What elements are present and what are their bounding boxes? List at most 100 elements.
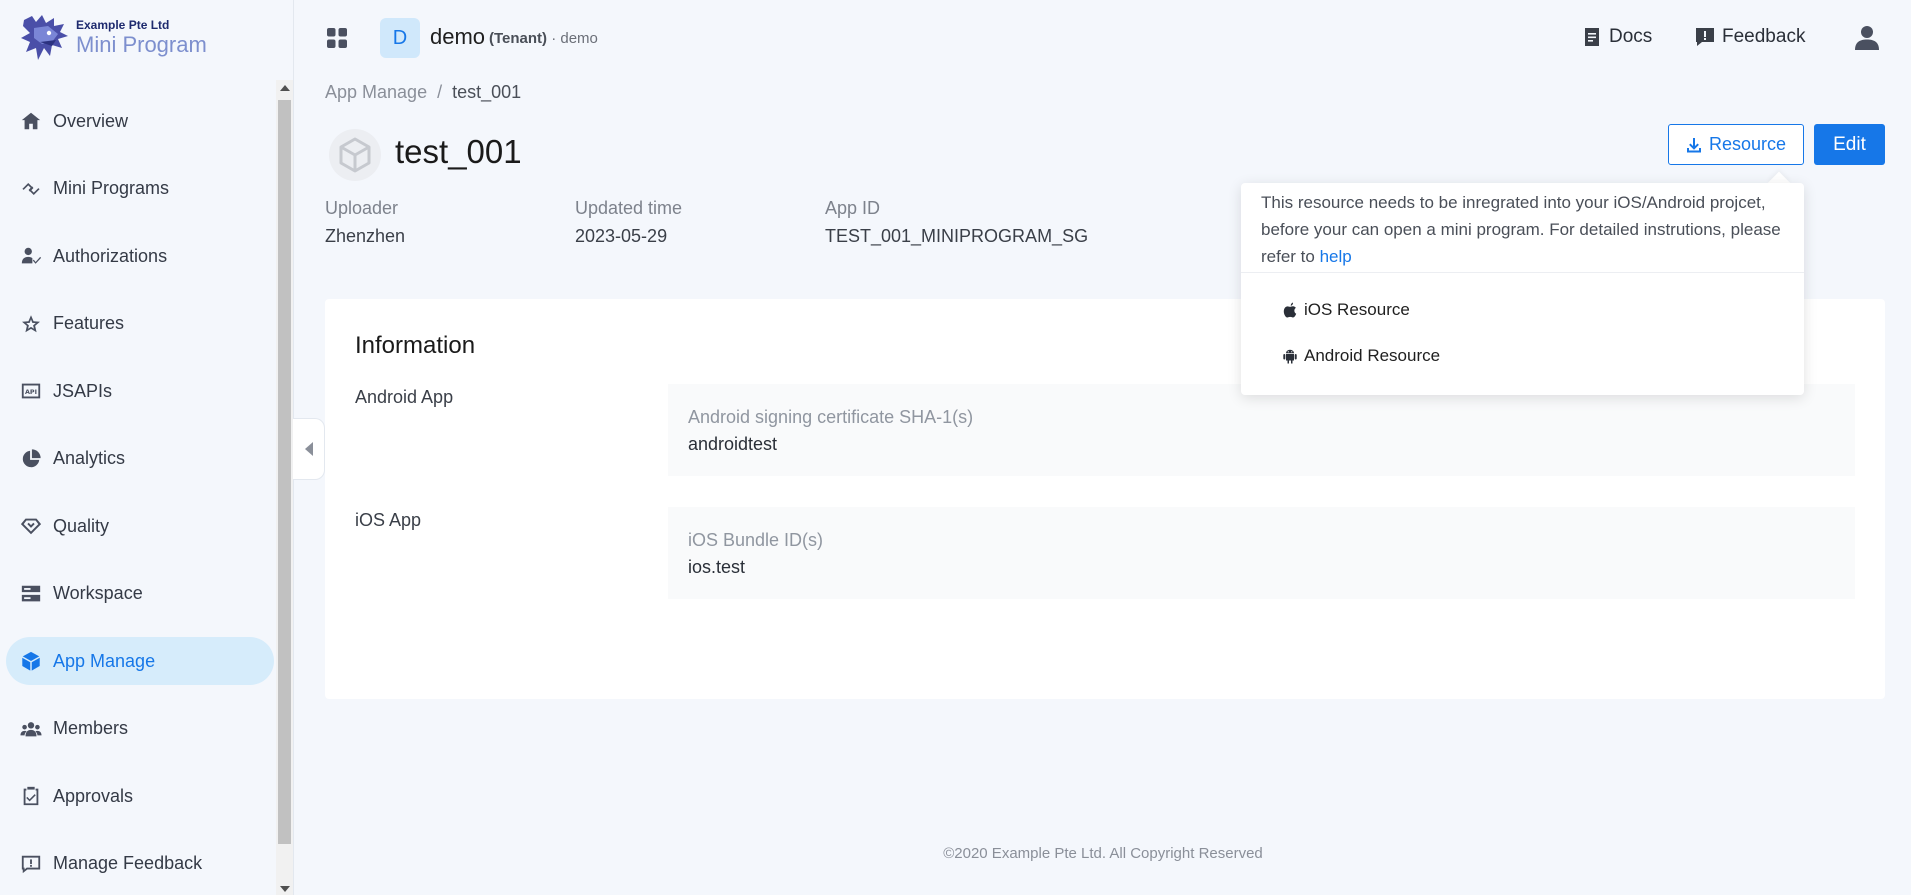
download-icon: [1686, 137, 1701, 152]
meta-value: TEST_001_MINIPROGRAM_SG: [825, 226, 1089, 246]
feedback-icon: [1696, 28, 1714, 46]
android-resource-label: Android Resource: [1304, 346, 1441, 365]
sidebar-item-label: Authorizations: [53, 245, 168, 266]
sidebar-item-analytics[interactable]: Analytics: [6, 435, 274, 483]
docs-button[interactable]: Docs: [1582, 26, 1652, 48]
meta-updated-time: Updated time 2023-05-29: [575, 197, 682, 247]
sidebar-item-label: Mini Programs: [53, 178, 170, 198]
app-avatar: [329, 129, 381, 181]
scroll-up-arrow-icon[interactable]: [280, 85, 290, 91]
android-app-details: Android signing certificate SHA-1(s) and…: [668, 384, 1855, 476]
ios-resource-label: iOS Resource: [1304, 300, 1410, 319]
sidebar-item-label: Members: [53, 718, 129, 738]
user-account-icon[interactable]: [1853, 24, 1881, 52]
meta-label: App ID: [825, 198, 881, 218]
breadcrumb-current: test_001: [452, 82, 522, 102]
sidebar: Example Pte Ltd Mini Program Overview Mi…: [0, 0, 294, 895]
apple-icon: [1283, 302, 1297, 318]
sidebar-item-members[interactable]: Members: [6, 705, 274, 753]
sidebar-item-approvals[interactable]: Approvals: [6, 772, 274, 820]
tenant-name[interactable]: demo: [430, 24, 485, 50]
chevron-left-icon: [304, 442, 313, 456]
breadcrumb-parent-link[interactable]: App Manage: [325, 82, 427, 102]
scroll-thumb[interactable]: [278, 100, 291, 844]
sidebar-item-jsapis[interactable]: API JSAPIs: [6, 367, 274, 415]
cube-outline-icon: [339, 137, 371, 173]
resource-popover: This resource needs to be inregrated int…: [1241, 183, 1804, 395]
sidebar-item-label: Approvals: [53, 785, 134, 806]
android-app-label: Android App: [355, 387, 454, 407]
docs-label: Docs: [1609, 26, 1653, 47]
sidebar-item-features[interactable]: Features: [6, 300, 274, 348]
android-icon: [1283, 349, 1297, 364]
tenant-sub-name: · demo: [547, 30, 598, 47]
cube-icon: [20, 650, 42, 672]
top-bar: D demo (Tenant) · demo Docs Feedback: [295, 0, 1911, 78]
sidebar-item-label: Manage Feedback: [53, 853, 203, 873]
ios-app-details: iOS Bundle ID(s) ios.test: [668, 507, 1855, 599]
android-cert-label: Android signing certificate SHA-1(s): [688, 407, 974, 427]
popover-divider: [1241, 272, 1804, 273]
tenant-avatar[interactable]: D: [380, 18, 420, 58]
page-title: test_001: [395, 133, 522, 170]
meta-uploader: Uploader Zhenzhen: [325, 197, 405, 247]
sidebar-item-authorizations[interactable]: Authorizations: [6, 232, 274, 280]
pie-chart-icon: [20, 448, 42, 470]
resource-button[interactable]: Resource: [1668, 124, 1804, 165]
brand-logo[interactable]: Example Pte Ltd Mini Program: [18, 12, 207, 66]
feedback-button[interactable]: Feedback: [1695, 26, 1805, 48]
ios-bundle-value: ios.test: [688, 557, 746, 577]
clipboard-check-icon: [20, 785, 42, 807]
feedback-label: Feedback: [1722, 26, 1806, 47]
team-icon: [20, 718, 42, 740]
sidebar-item-workspace[interactable]: Workspace: [6, 570, 274, 618]
sidebar-item-mini-programs[interactable]: Mini Programs: [6, 165, 274, 213]
product-name: Mini Program: [76, 32, 207, 57]
sidebar-nav: Overview Mini Programs Authorizations Fe…: [6, 97, 274, 895]
sidebar-item-label: Workspace: [53, 583, 143, 603]
footer-copyright: ©2020 Example Pte Ltd. All Copyright Res…: [943, 845, 1263, 862]
user-check-icon: [20, 245, 42, 267]
diamond-icon: [20, 515, 42, 537]
ios-bundle-label: iOS Bundle ID(s): [688, 530, 824, 550]
breadcrumb-separator: /: [437, 82, 443, 102]
home-icon: [20, 110, 42, 132]
scroll-down-arrow-icon[interactable]: [280, 886, 290, 892]
sidebar-item-manage-feedback[interactable]: Manage Feedback: [6, 840, 274, 888]
meta-label: Updated time: [575, 198, 683, 218]
meta-app-id: App ID TEST_001_MINIPROGRAM_SG: [825, 197, 1088, 247]
tenant-meta: (Tenant) · demo: [489, 30, 598, 47]
sidebar-item-label: App Manage: [53, 650, 156, 671]
sidebar-item-label: Overview: [53, 110, 129, 131]
company-name: Example Pte Ltd: [76, 18, 170, 32]
tenant-type: (Tenant): [489, 30, 548, 47]
meta-value: 2023-05-29: [575, 226, 668, 246]
sidebar-item-label: Features: [53, 313, 125, 333]
android-resource-option[interactable]: Android Resource: [1282, 346, 1440, 366]
api-icon: API: [20, 380, 42, 402]
dragon-logo-icon: [21, 15, 68, 60]
help-link[interactable]: help: [1320, 247, 1352, 266]
sidebar-item-overview[interactable]: Overview: [6, 97, 274, 145]
sidebar-item-label: Quality: [53, 515, 110, 536]
meta-label: Uploader: [325, 198, 399, 218]
star-icon: [20, 313, 42, 335]
meta-value: Zhenzhen: [325, 226, 406, 246]
sidebar-item-app-manage[interactable]: App Manage: [6, 637, 274, 685]
ios-app-label: iOS App: [355, 510, 422, 530]
svg-text:API: API: [25, 388, 37, 396]
apps-grid-icon[interactable]: [326, 27, 348, 49]
breadcrumb: App Manage / test_001: [325, 82, 521, 103]
edit-button[interactable]: Edit: [1814, 124, 1885, 165]
sidebar-scrollbar[interactable]: [276, 80, 293, 895]
sidebar-item-label: JSAPIs: [53, 380, 113, 401]
message-alert-icon: [20, 853, 42, 875]
sidebar-item-label: Analytics: [53, 448, 126, 468]
document-icon: [1585, 28, 1599, 46]
ios-resource-option[interactable]: iOS Resource: [1282, 300, 1410, 320]
resource-button-label: Resource: [1708, 134, 1787, 154]
sidebar-collapse-button[interactable]: [293, 418, 325, 480]
android-cert-value: androidtest: [688, 434, 778, 454]
popover-description: This resource needs to be inregrated int…: [1261, 189, 1781, 270]
sidebar-item-quality[interactable]: Quality: [6, 502, 274, 550]
